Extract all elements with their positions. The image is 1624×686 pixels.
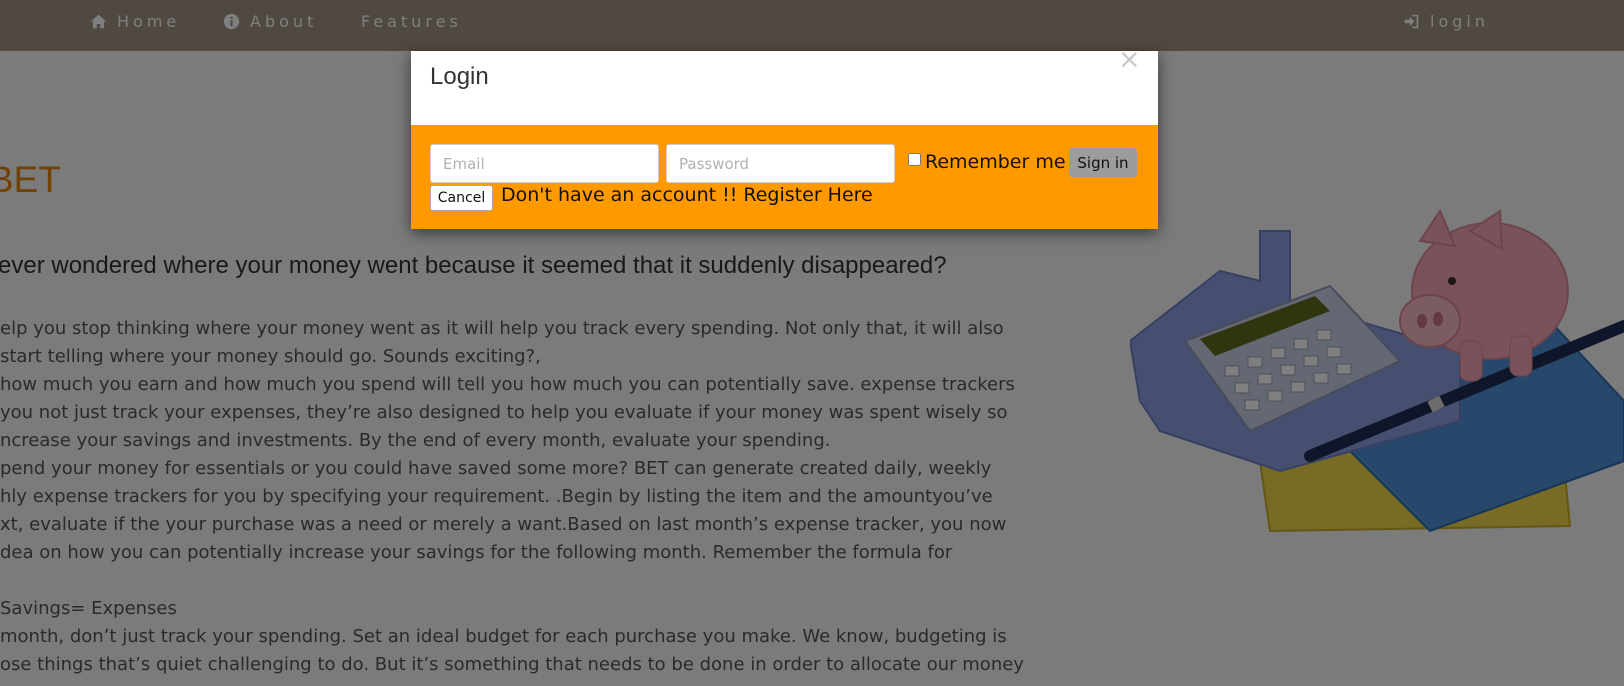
- remember-me-checkbox[interactable]: [908, 153, 921, 166]
- cancel-button[interactable]: Cancel: [430, 185, 493, 211]
- login-modal: Login × Remember me Sign in Cancel Don't…: [411, 46, 1158, 229]
- modal-body: Remember me Sign in Cancel Don't have an…: [411, 125, 1158, 229]
- register-link[interactable]: Don't have an account !! Register Here: [501, 184, 873, 206]
- sign-in-button[interactable]: Sign in: [1069, 148, 1137, 177]
- close-icon[interactable]: ×: [1118, 46, 1141, 73]
- password-field[interactable]: [666, 144, 895, 183]
- email-field[interactable]: [430, 144, 659, 183]
- modal-header: Login ×: [411, 46, 1158, 125]
- remember-me-label[interactable]: Remember me: [925, 151, 1066, 173]
- modal-title: Login: [430, 63, 489, 90]
